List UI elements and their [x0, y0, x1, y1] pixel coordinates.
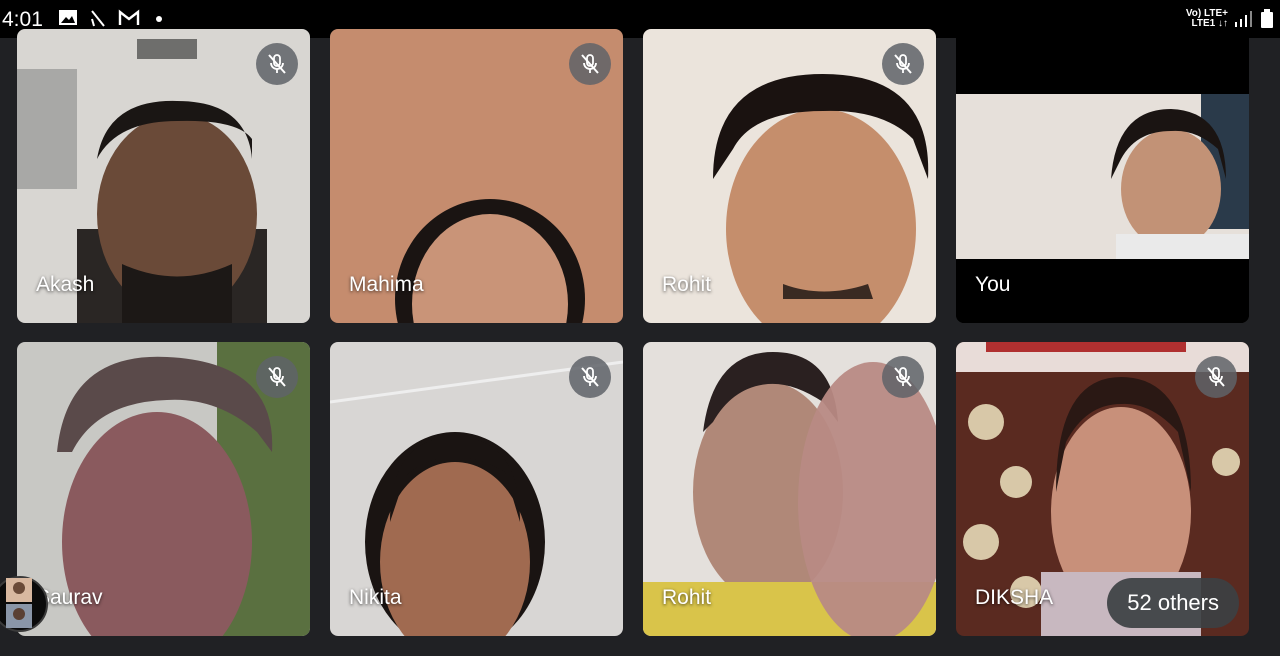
muted-mic-icon — [569, 43, 611, 85]
participant-tile-diksha[interactable]: DIKSHA 52 others — [956, 342, 1249, 636]
participant-name: Rohit — [662, 586, 712, 609]
participant-name: Rohit — [662, 273, 712, 296]
participant-name: You — [975, 273, 1011, 296]
signal-bars-icon — [1235, 11, 1252, 27]
dot-icon — [156, 16, 162, 22]
muted-mic-icon — [256, 43, 298, 85]
participant-tile-rohit[interactable]: Rohit — [643, 29, 936, 323]
muted-mic-icon — [569, 356, 611, 398]
participant-name: Nikita — [349, 586, 402, 609]
signal-slash-icon — [91, 10, 105, 27]
participant-tile-mahima[interactable]: Mahima — [330, 29, 623, 323]
battery-icon — [1261, 9, 1273, 28]
image-icon — [59, 10, 77, 25]
participant-name: Mahima — [349, 273, 424, 296]
muted-mic-icon — [882, 43, 924, 85]
participant-name: Akash — [36, 273, 95, 296]
participant-tile-akash[interactable]: Akash — [17, 29, 310, 323]
participant-tile-saurav[interactable]: Saurav — [17, 342, 310, 636]
participant-tile-self[interactable]: You — [956, 29, 1249, 323]
participant-tile-nikita[interactable]: Nikita — [330, 342, 623, 636]
others-count-button[interactable]: 52 others — [1107, 578, 1239, 628]
gmail-icon — [118, 9, 140, 25]
muted-mic-icon — [256, 356, 298, 398]
network-indicator: Vo) LTE+ LTE1 ↓↑ — [1185, 8, 1228, 29]
participant-tile-rohit-2[interactable]: Rohit — [643, 342, 936, 636]
muted-mic-icon — [882, 356, 924, 398]
participant-name: DIKSHA — [975, 586, 1054, 609]
muted-mic-icon — [1195, 356, 1237, 398]
floating-self-view[interactable] — [0, 560, 48, 648]
